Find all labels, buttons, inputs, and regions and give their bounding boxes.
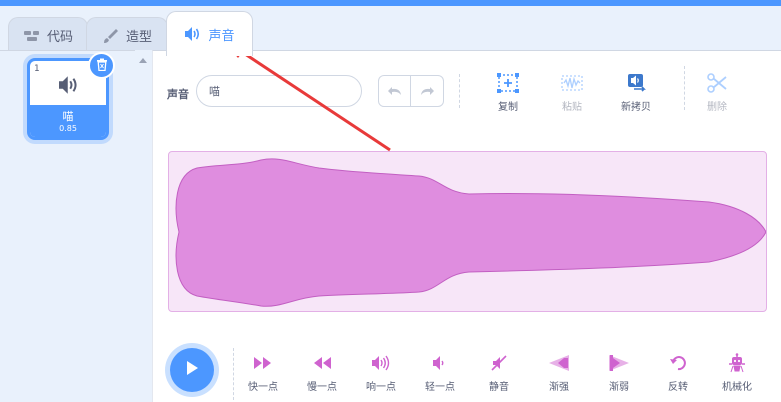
new-copy-button[interactable]: 新拷贝	[611, 70, 661, 113]
effect-reverse-label: 反转	[668, 382, 688, 393]
slower-icon	[300, 352, 344, 374]
effects-divider	[233, 348, 234, 400]
sound-item-footer: 喵 0.85	[30, 105, 106, 137]
undo-button[interactable]	[378, 75, 411, 107]
mute-icon	[477, 352, 521, 374]
effect-faster-button[interactable]: 快一点	[241, 352, 285, 393]
effect-fade-in-button[interactable]: 渐强	[537, 352, 581, 393]
effect-softer-label: 轻一点	[425, 382, 455, 393]
effect-fade-out-button[interactable]: 渐弱	[597, 352, 641, 393]
effect-robot-button[interactable]: 机械化	[715, 352, 759, 393]
play-icon	[185, 360, 199, 380]
effect-reverse-button[interactable]: 反转	[656, 352, 700, 393]
copy-icon	[483, 70, 533, 94]
effect-slower-label: 慢一点	[307, 382, 337, 393]
redo-button[interactable]	[411, 75, 444, 107]
paste-button[interactable]: 粘贴	[547, 70, 597, 113]
editor-tabs: 代码 造型 声音	[0, 6, 781, 56]
tab-code[interactable]: 代码	[8, 17, 88, 53]
effect-faster-label: 快一点	[248, 382, 278, 393]
play-button[interactable]	[170, 348, 214, 392]
brush-icon	[102, 28, 120, 44]
sound-item-name: 喵	[62, 110, 74, 123]
copy-button[interactable]: 复制	[483, 70, 533, 113]
sound-waveform[interactable]	[168, 151, 767, 312]
tab-sounds[interactable]: 声音	[166, 11, 253, 56]
scrollbar[interactable]	[135, 50, 152, 402]
new-copy-label: 新拷贝	[621, 102, 651, 113]
fade-out-icon	[597, 352, 641, 374]
robot-icon	[715, 352, 759, 374]
toolbar-divider	[459, 74, 460, 108]
reverse-icon	[656, 352, 700, 374]
sound-name-input[interactable]: 喵	[196, 75, 362, 107]
effect-mute-label: 静音	[489, 382, 509, 393]
effect-robot-label: 机械化	[722, 382, 752, 393]
trash-icon	[96, 56, 108, 75]
effect-mute-button[interactable]: 静音	[477, 352, 521, 393]
tab-sounds-label: 声音	[208, 28, 235, 44]
effect-fade-out-label: 渐弱	[609, 382, 629, 393]
faster-icon	[241, 352, 285, 374]
scroll-up-arrow-icon[interactable]	[139, 58, 147, 63]
effect-slower-button[interactable]: 慢一点	[300, 352, 344, 393]
copy-label: 复制	[498, 102, 518, 113]
effect-fade-in-label: 渐强	[549, 382, 569, 393]
speaker-icon	[184, 26, 202, 42]
louder-icon	[359, 352, 403, 374]
redo-icon	[419, 82, 435, 101]
waveform-shape	[175, 158, 766, 307]
tab-code-label: 代码	[46, 30, 73, 45]
tab-costumes[interactable]: 造型	[86, 17, 168, 53]
effect-louder-label: 响一点	[366, 382, 396, 393]
toolbar-divider	[684, 66, 685, 110]
sound-item-index: 1	[34, 64, 40, 74]
fade-in-icon	[537, 352, 581, 374]
softer-icon	[418, 352, 462, 374]
delete-button[interactable]: 删除	[692, 70, 742, 113]
code-icon	[23, 28, 41, 44]
sound-item-duration: 0.85	[59, 124, 77, 133]
undo-redo-group	[378, 75, 444, 107]
undo-icon	[387, 82, 403, 101]
scissors-icon	[692, 70, 742, 94]
new-copy-icon	[611, 70, 661, 94]
tab-costumes-label: 造型	[125, 30, 152, 45]
paste-label: 粘贴	[562, 102, 582, 113]
paste-icon	[547, 70, 597, 94]
sound-name-label: 声音	[167, 88, 189, 101]
effect-louder-button[interactable]: 响一点	[359, 352, 403, 393]
sound-thumbnail-speaker-icon	[57, 75, 81, 99]
delete-label: 删除	[707, 102, 727, 113]
delete-sound-button[interactable]	[88, 52, 115, 79]
effect-softer-button[interactable]: 轻一点	[418, 352, 462, 393]
